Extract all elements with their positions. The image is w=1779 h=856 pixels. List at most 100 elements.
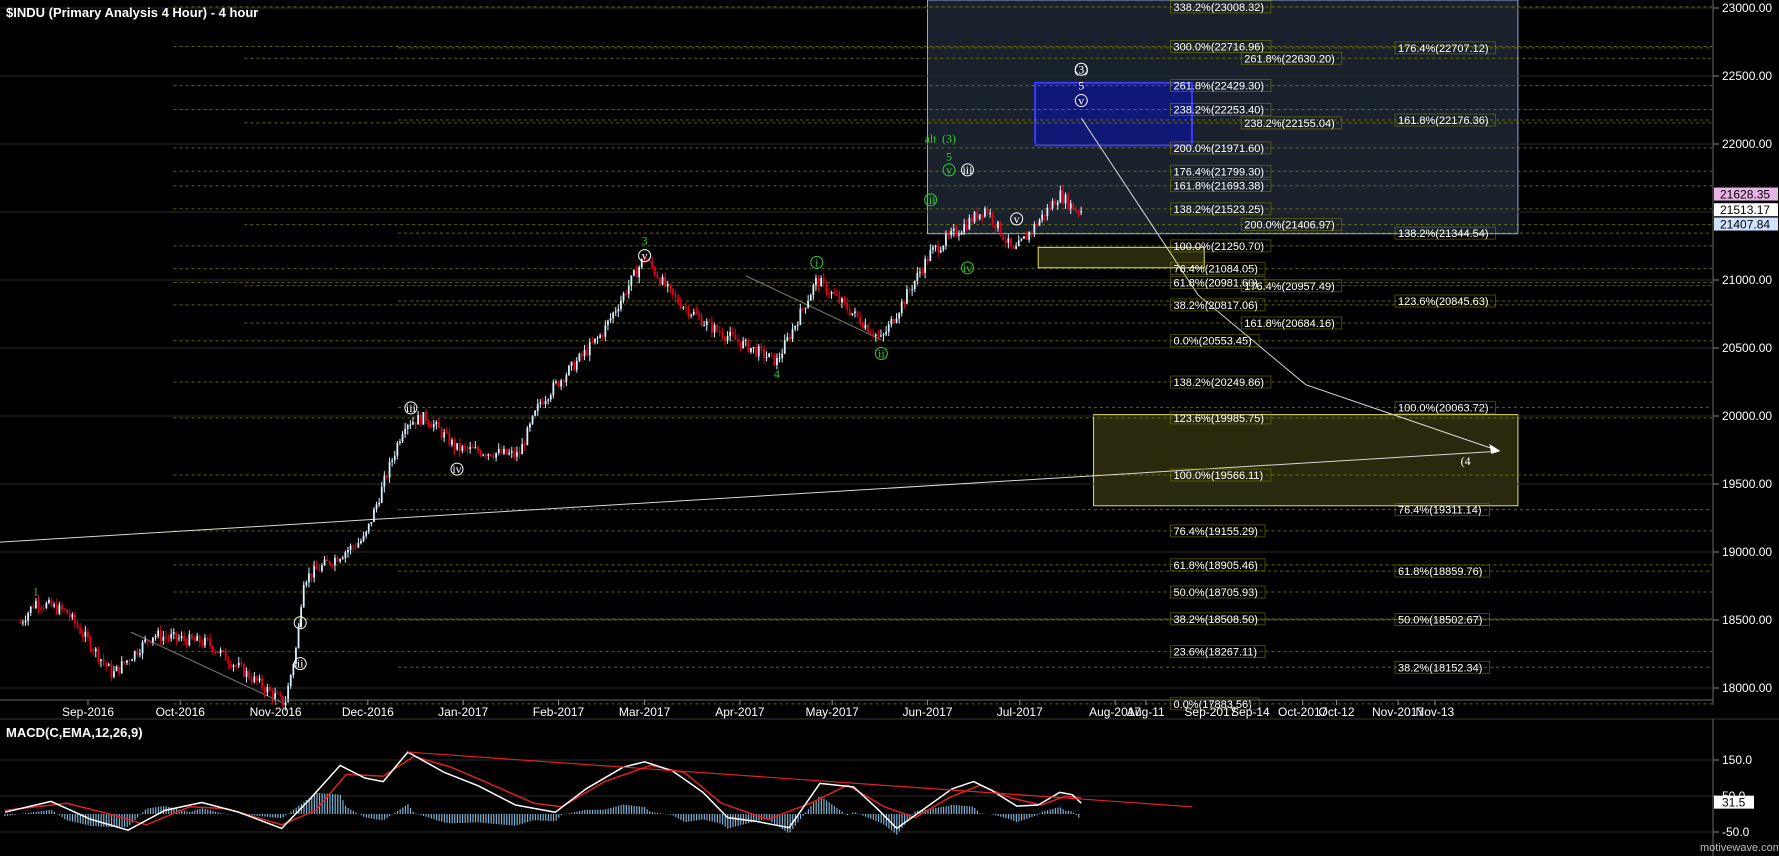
price-tick-label: 19500.00	[1722, 477, 1772, 491]
candle-body	[778, 357, 781, 359]
candle-body	[321, 565, 323, 571]
candle-body	[253, 676, 256, 682]
candle-body	[776, 358, 778, 366]
candle-body	[617, 309, 620, 312]
candle-body	[547, 399, 550, 401]
candle-body	[542, 402, 544, 405]
candle-body	[310, 573, 313, 578]
candle-body	[729, 331, 732, 337]
time-tick-label: Feb-2017	[533, 705, 585, 719]
candle-body	[692, 311, 695, 315]
candle	[505, 448, 508, 456]
candle-body	[422, 411, 425, 425]
candle-body	[1054, 201, 1057, 205]
candle	[526, 426, 529, 446]
candle-body	[965, 224, 968, 230]
wave-label: 1	[33, 585, 39, 599]
candle-body	[830, 292, 833, 295]
candle-body	[445, 432, 448, 434]
macd-tick-label: -50.0	[1722, 825, 1750, 839]
candle	[1072, 202, 1075, 211]
candle-body	[230, 663, 232, 668]
candle-body	[513, 451, 516, 457]
candle-body	[432, 424, 435, 428]
candle-body	[1069, 203, 1072, 209]
candle-body	[752, 347, 755, 349]
candle-body	[302, 584, 305, 608]
price-tag-label: 21513.17	[1720, 203, 1770, 217]
candle-body	[92, 650, 95, 652]
candle-body	[958, 234, 960, 236]
candle-body	[937, 245, 940, 253]
candle-body	[786, 337, 789, 341]
candle-body	[978, 214, 981, 220]
candle-body	[305, 582, 308, 585]
candle-body	[406, 425, 409, 429]
candle-body	[1020, 238, 1023, 241]
candle-body	[1028, 232, 1031, 240]
candle-body	[115, 666, 118, 672]
candle-body	[32, 606, 35, 609]
candle-body	[289, 675, 292, 687]
candle-body	[705, 321, 708, 326]
candle-body	[508, 452, 511, 455]
candle-body	[1080, 211, 1083, 213]
candle	[422, 411, 425, 425]
candle-body	[716, 325, 719, 331]
candle-body	[94, 648, 97, 652]
candle-body	[271, 690, 274, 699]
candle-body	[981, 214, 984, 217]
candle-body	[471, 447, 474, 449]
candle-body	[698, 314, 700, 317]
candle-body	[193, 638, 196, 641]
time-tick-label: Apr-2017	[715, 705, 765, 719]
price-tick-label: 18500.00	[1722, 613, 1772, 627]
candle-body	[240, 662, 243, 665]
candle-body	[549, 395, 552, 400]
candle-body	[42, 607, 45, 609]
candle-body	[661, 276, 664, 285]
candle-body	[822, 278, 825, 283]
price-tick-label: 18000.00	[1722, 681, 1772, 695]
candle-body	[331, 564, 334, 566]
candle-body	[341, 557, 344, 560]
candle-body	[846, 302, 849, 310]
fib-label: 176.4%(20957.49)	[1244, 281, 1335, 293]
candle-body	[1046, 207, 1049, 217]
candle-body	[802, 308, 804, 310]
candle	[867, 323, 869, 333]
candle-body	[235, 665, 238, 667]
candle-body	[63, 609, 66, 611]
candle-body	[526, 427, 529, 446]
candle-body	[391, 460, 394, 462]
candle-body	[110, 664, 113, 677]
wave-label: iii	[962, 163, 973, 177]
candle-body	[877, 334, 880, 336]
candle-body	[35, 600, 37, 609]
candle-body	[718, 330, 721, 333]
candle-body	[976, 212, 979, 220]
candle-body	[809, 294, 812, 301]
candle-body	[61, 604, 63, 610]
candle-body	[869, 332, 872, 334]
fib-label: 23.6%(18267.11)	[1174, 647, 1258, 659]
candle-body	[991, 213, 994, 224]
candle-body	[162, 636, 165, 641]
candle-body	[237, 662, 240, 666]
candle	[66, 608, 69, 614]
candle-body	[412, 421, 414, 425]
candle-body	[484, 454, 487, 456]
fib-label: 38.2%(18508.50)	[1174, 614, 1258, 626]
candle-body	[500, 449, 503, 454]
candle-body	[219, 650, 222, 654]
candle-body	[367, 523, 370, 532]
candle-body	[523, 443, 526, 446]
candle	[373, 507, 375, 523]
candle-body	[627, 285, 630, 295]
candle-body	[206, 637, 209, 640]
fib-label: 138.2%(21523.25)	[1174, 204, 1265, 216]
wave-label: 5	[1078, 79, 1084, 93]
candle-body	[100, 659, 102, 662]
zone-support-large	[1093, 414, 1519, 507]
time-tick-label: Oct-2016	[156, 705, 206, 719]
